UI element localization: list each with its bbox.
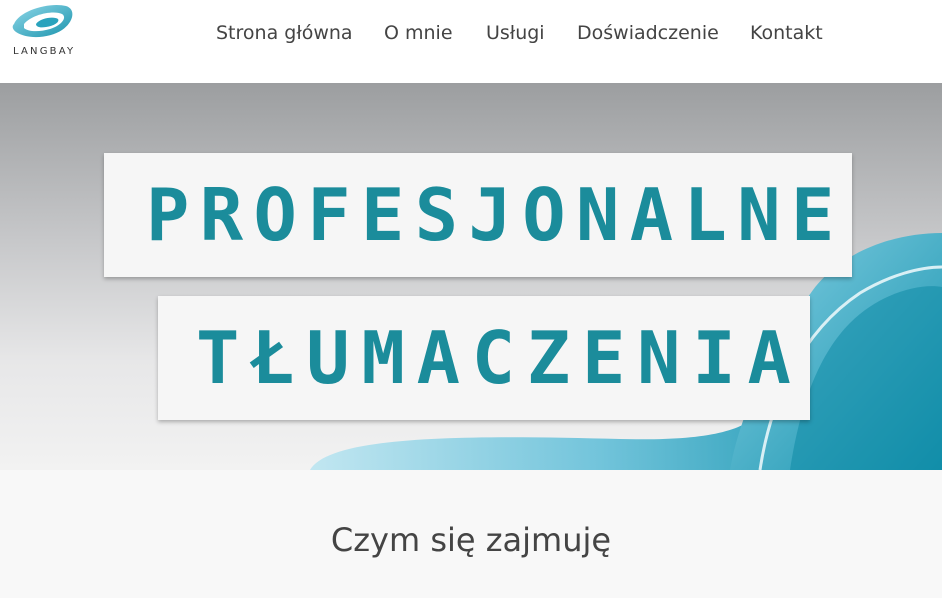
nav-item-contact[interactable]: Kontakt	[750, 20, 823, 46]
nav-item-home[interactable]: Strona główna	[216, 20, 353, 46]
hero-title-line-1: PROFESJONALNE	[146, 173, 845, 257]
services-section: Czym się zajmuję	[0, 470, 942, 598]
hero-banner: PROFESJONALNE TŁUMACZENIA	[0, 83, 942, 470]
logo-link[interactable]: LANGBAY	[10, 2, 80, 62]
langbay-swirl-logo-icon	[12, 4, 73, 38]
nav-item-services[interactable]: Usługi	[486, 20, 545, 46]
site-header: LANGBAY Strona główna O mnie Usługi Dośw…	[0, 0, 942, 83]
hero-title-box-2: TŁUMACZENIA	[158, 296, 810, 420]
hero-title-box-1: PROFESJONALNE	[104, 153, 852, 277]
section-title: Czym się zajmuję	[330, 521, 612, 559]
hero-title-line-2: TŁUMACZENIA	[196, 316, 803, 400]
nav-item-experience[interactable]: Doświadczenie	[577, 20, 719, 46]
logo-text: LANGBAY	[13, 46, 76, 57]
nav-item-about[interactable]: O mnie	[384, 20, 453, 46]
